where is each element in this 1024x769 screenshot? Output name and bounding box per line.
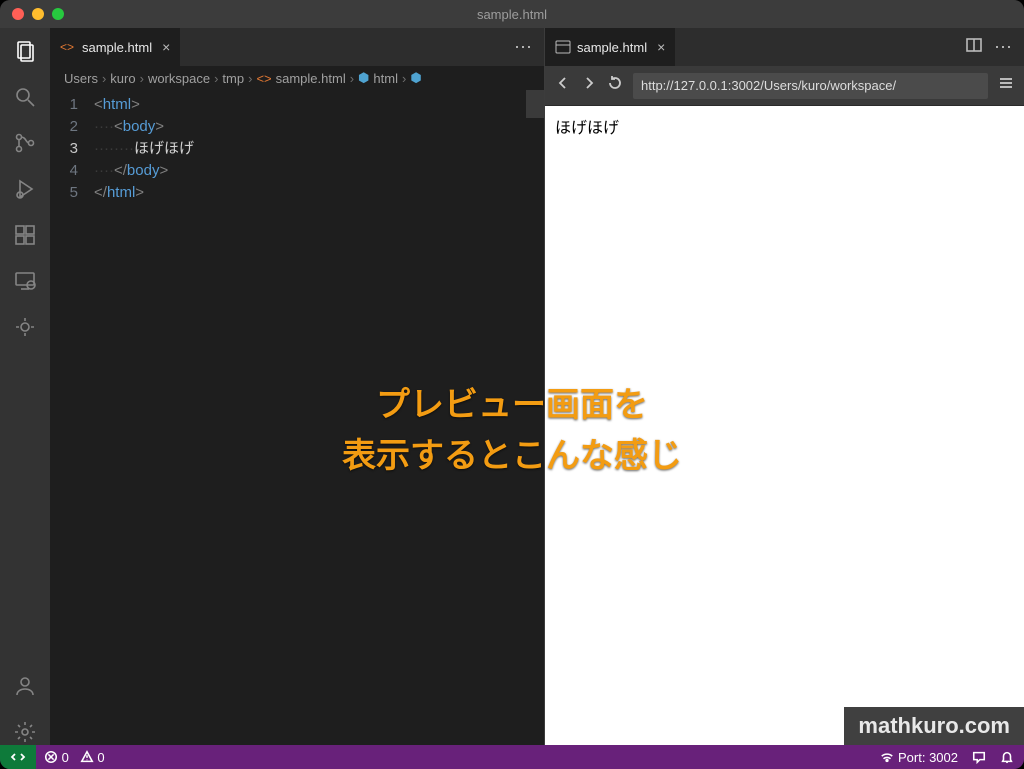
crumb[interactable]: kuro [110, 71, 135, 86]
crumb[interactable]: Users [64, 71, 98, 86]
tab-label: sample.html [577, 40, 647, 55]
error-count: 0 [62, 750, 69, 765]
warning-count: 0 [97, 750, 104, 765]
code-line: ········ほげほげ [94, 138, 544, 160]
live-share-icon[interactable] [12, 314, 38, 340]
chevron-right-icon: › [350, 71, 354, 86]
html-file-icon: <> [256, 71, 271, 86]
crumb[interactable]: workspace [148, 71, 210, 86]
preview-toolbar: http://127.0.0.1:3002/Users/kuro/workspa… [545, 66, 1024, 106]
explorer-icon[interactable] [12, 38, 38, 64]
tab-actions-right: ⋯ [956, 28, 1024, 66]
settings-gear-icon[interactable] [12, 719, 38, 745]
activity-bar [0, 28, 50, 745]
more-actions-icon[interactable]: ⋯ [514, 37, 534, 58]
status-bar: 0 0 Port: 3002 [0, 745, 1024, 769]
bell-icon[interactable] [1000, 750, 1014, 765]
tabs-left: <> sample.html × ⋯ [50, 28, 544, 66]
main-area: <> sample.html × ⋯ Users › kuro › worksp… [0, 28, 1024, 745]
tabs-right: sample.html × ⋯ [545, 28, 1024, 66]
live-server-port[interactable]: Port: 3002 [880, 750, 958, 765]
chevron-right-icon: › [140, 71, 144, 86]
tab-sample-html[interactable]: <> sample.html × [50, 28, 181, 66]
editor-pane-preview: sample.html × ⋯ http://127.0.0.1:3002/Us… [545, 28, 1024, 745]
code-line: ····<body> [94, 116, 544, 138]
line-number: 5 [50, 182, 78, 204]
code-line: <html> [94, 94, 544, 116]
tab-preview-sample-html[interactable]: sample.html × [545, 28, 676, 66]
window-title: sample.html [0, 7, 1024, 22]
symbol-icon: ⬢ [410, 70, 421, 86]
search-icon[interactable] [12, 84, 38, 110]
code-editor[interactable]: 1 2 3 4 5 <html> ····<body> ········ほげほげ… [50, 90, 544, 745]
editor-pane-source: <> sample.html × ⋯ Users › kuro › worksp… [50, 28, 545, 745]
tab-label: sample.html [82, 40, 152, 55]
svg-text:<>: <> [60, 40, 74, 54]
crumb[interactable]: html [373, 71, 398, 86]
preview-icon [555, 39, 571, 55]
symbol-icon: ⬢ [358, 70, 369, 86]
code-line: ····</body> [94, 160, 544, 182]
source-control-icon[interactable] [12, 130, 38, 156]
code-line: </html> [94, 182, 544, 204]
reload-icon[interactable] [607, 75, 623, 96]
tab-actions-left: ⋯ [504, 28, 544, 66]
titlebar: sample.html [0, 0, 1024, 28]
crumb[interactable]: sample.html [276, 71, 346, 86]
split-editor-icon[interactable] [966, 37, 982, 58]
chevron-right-icon: › [402, 71, 406, 86]
extensions-icon[interactable] [12, 222, 38, 248]
vscode-window: sample.html <> sample.html [0, 0, 1024, 769]
run-debug-icon[interactable] [12, 176, 38, 202]
back-icon[interactable] [555, 75, 571, 96]
accounts-icon[interactable] [12, 673, 38, 699]
close-tab-icon[interactable]: × [657, 39, 665, 55]
chevron-right-icon: › [248, 71, 252, 86]
editor-groups: <> sample.html × ⋯ Users › kuro › worksp… [50, 28, 1024, 745]
line-number-gutter: 1 2 3 4 5 [50, 90, 94, 745]
line-number: 1 [50, 94, 78, 116]
chevron-right-icon: › [102, 71, 106, 86]
menu-icon[interactable] [998, 75, 1014, 96]
line-number: 4 [50, 160, 78, 182]
remote-explorer-icon[interactable] [12, 268, 38, 294]
preview-url: http://127.0.0.1:3002/Users/kuro/workspa… [641, 78, 896, 93]
remote-indicator[interactable] [0, 745, 36, 769]
crumb[interactable]: tmp [222, 71, 244, 86]
code-lines: <html> ····<body> ········ほげほげ ····</bod… [94, 90, 544, 745]
html-file-icon: <> [60, 39, 76, 55]
preview-content: ほげほげ [555, 120, 619, 137]
breadcrumbs[interactable]: Users › kuro › workspace › tmp › <> samp… [50, 66, 544, 90]
preview-url-bar[interactable]: http://127.0.0.1:3002/Users/kuro/workspa… [633, 73, 988, 99]
preview-body: ほげほげ [545, 106, 1024, 745]
problems-status[interactable]: 0 0 [44, 750, 105, 765]
port-label: Port: [898, 750, 925, 765]
close-tab-icon[interactable]: × [162, 39, 170, 55]
chevron-right-icon: › [214, 71, 218, 86]
line-number: 3 [50, 138, 78, 160]
feedback-icon[interactable] [972, 750, 986, 765]
forward-icon[interactable] [581, 75, 597, 96]
port-value: 3002 [929, 750, 958, 765]
more-actions-icon[interactable]: ⋯ [994, 37, 1014, 58]
line-number: 2 [50, 116, 78, 138]
